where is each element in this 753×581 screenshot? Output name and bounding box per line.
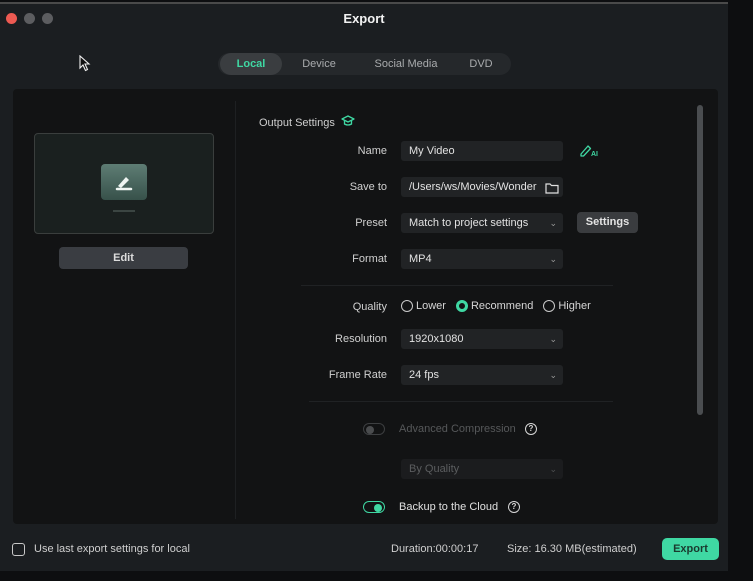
chevron-down-icon: ⌄: [549, 464, 557, 474]
radio-circle: [543, 300, 556, 312]
mouse-cursor-icon: [79, 55, 91, 72]
quality-recommend-radio[interactable]: Recommend: [455, 300, 534, 312]
name-label: Name: [357, 145, 387, 157]
resolution-label: Resolution: [335, 333, 387, 345]
window-title: Export: [343, 11, 385, 26]
duration-readout: Duration:00:00:17: [391, 543, 479, 555]
advanced-compression-label: Advanced Compression: [399, 423, 516, 435]
chevron-down-icon: ⌄: [549, 218, 557, 228]
quality-lower-radio[interactable]: Lower: [401, 300, 446, 312]
export-dialog: Export Local Device Social Media DVD Edi…: [0, 2, 728, 571]
format-value: MP4: [409, 253, 432, 265]
thumbnail-reflection: [113, 210, 135, 212]
save-to-label: Save to: [349, 181, 387, 193]
edit-thumbnail-button[interactable]: Edit: [59, 247, 188, 269]
format-select[interactable]: MP4 ⌄: [401, 249, 563, 269]
backup-cloud-toggle[interactable]: [363, 501, 385, 513]
radio-circle: [401, 300, 413, 312]
tab-social-media[interactable]: Social Media: [356, 53, 456, 75]
advanced-compression-help-icon[interactable]: ?: [525, 423, 537, 435]
radio-circle-selected: [455, 300, 468, 312]
output-settings-heading: Output Settings: [259, 115, 355, 130]
quality-radio-group: Lower Recommend Higher: [401, 300, 601, 312]
compression-mode-value: By Quality: [409, 463, 460, 475]
preset-label: Preset: [355, 217, 387, 229]
output-settings-title: Output Settings: [259, 116, 335, 129]
svg-text:AI: AI: [591, 151, 598, 157]
section-divider: [301, 285, 613, 286]
video-thumbnail: [34, 133, 214, 234]
tab-device[interactable]: Device: [282, 53, 356, 75]
resolution-value: 1920x1080: [409, 333, 464, 345]
preset-settings-button[interactable]: Settings: [577, 212, 638, 233]
title-bar: Export: [0, 4, 728, 34]
export-content-panel: Edit Output Settings Name My Video AI Sa…: [13, 89, 718, 524]
name-value: My Video: [409, 145, 455, 157]
resolution-select[interactable]: 1920x1080 ⌄: [401, 329, 563, 349]
name-input[interactable]: My Video: [401, 141, 563, 161]
preset-value: Match to project settings: [409, 217, 529, 229]
folder-icon[interactable]: [545, 181, 559, 199]
preset-select[interactable]: Match to project settings ⌄: [401, 213, 563, 233]
format-label: Format: [352, 253, 387, 265]
section-divider: [309, 401, 613, 402]
ai-rename-icon[interactable]: AI: [580, 143, 600, 162]
backup-cloud-help-icon[interactable]: ?: [508, 501, 520, 513]
size-estimate: Size: 16.30 MB(estimated): [507, 543, 637, 555]
edit-pencil-icon: [101, 164, 147, 200]
chevron-down-icon: ⌄: [549, 370, 557, 380]
save-to-value: /Users/ws/Movies/Wonder: [409, 181, 537, 193]
compression-mode-select: By Quality ⌄: [401, 459, 563, 479]
export-button[interactable]: Export: [662, 538, 719, 560]
tab-local[interactable]: Local: [220, 53, 282, 75]
panel-divider: [235, 101, 236, 519]
toggle-knob: [366, 426, 374, 434]
export-footer: Use last export settings for local Durat…: [0, 534, 728, 564]
quality-recommend-label: Recommend: [470, 300, 534, 312]
export-target-tabs: Local Device Social Media DVD: [218, 53, 511, 75]
use-last-settings-checkbox[interactable]: [12, 543, 25, 556]
tab-dvd[interactable]: DVD: [456, 53, 506, 75]
advanced-compression-toggle[interactable]: [363, 423, 385, 435]
settings-scrollbar[interactable]: [697, 105, 703, 415]
frame-rate-label: Frame Rate: [328, 369, 387, 381]
quality-lower-label: Lower: [416, 300, 446, 312]
toggle-knob: [374, 503, 382, 512]
chevron-down-icon: ⌄: [549, 334, 557, 344]
use-last-settings-label: Use last export settings for local: [34, 543, 190, 555]
quality-label: Quality: [352, 301, 387, 313]
quality-higher-radio[interactable]: Higher: [543, 300, 591, 312]
save-to-input[interactable]: /Users/ws/Movies/Wonder: [401, 177, 563, 197]
graduation-cap-icon[interactable]: [341, 115, 355, 130]
chevron-down-icon: ⌄: [549, 254, 557, 264]
frame-rate-value: 24 fps: [409, 369, 439, 381]
quality-higher-label: Higher: [558, 300, 591, 312]
backup-cloud-label: Backup to the Cloud: [399, 501, 499, 513]
frame-rate-select[interactable]: 24 fps ⌄: [401, 365, 563, 385]
